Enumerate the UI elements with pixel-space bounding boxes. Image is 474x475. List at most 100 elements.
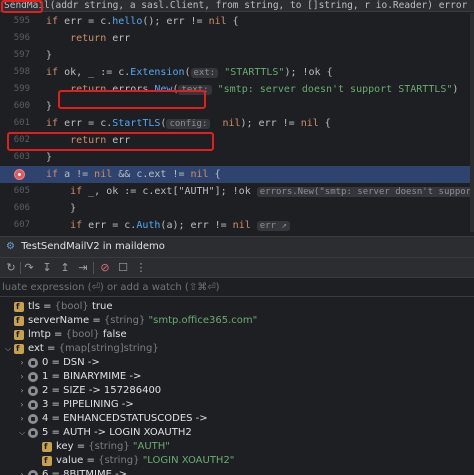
variable-row[interactable]: value = {string} "LOGIN XOAUTH2": [0, 454, 474, 468]
variable-row[interactable]: › 1 = BINARYMIME ->: [0, 370, 474, 384]
variable-value: true: [91, 301, 113, 312]
debug-tab-icon: ⚙: [6, 241, 15, 252]
line-number[interactable]: 599: [6, 81, 30, 98]
variable-row[interactable]: key = {string} "AUTH": [0, 440, 474, 454]
code-line[interactable]: 600}: [0, 98, 474, 115]
code-line[interactable]: 596 return err: [0, 30, 474, 47]
variable-name: value: [56, 455, 84, 466]
variable-row[interactable]: › 4 = ENHANCEDSTATUSCODES ->: [0, 412, 474, 426]
line-number[interactable]: 602: [6, 132, 30, 149]
code-line[interactable]: 605 if _, ok := c.ext["AUTH"]; !ok error…: [0, 183, 474, 200]
step-over-icon[interactable]: ↷: [22, 261, 36, 275]
view-breakpoints-icon[interactable]: ☐: [116, 261, 130, 275]
code-line[interactable]: 603}: [0, 149, 474, 166]
debug-session-tab[interactable]: ⚙ TestSendMailV2 in maildemo: [0, 237, 474, 257]
run-to-cursor-icon[interactable]: ⇥: [76, 261, 90, 275]
field-icon: [14, 342, 24, 356]
line-number[interactable]: 598: [6, 64, 30, 81]
variable-row[interactable]: serverName = {string} "smtp.office365.co…: [0, 314, 474, 328]
code-line[interactable]: 601 if err = c.StartTLS(config: nil); err…: [0, 115, 474, 132]
variable-name: 4 = ENHANCEDSTATUSCODES ->: [42, 413, 208, 424]
keyword-token: return: [70, 33, 107, 44]
variable-row[interactable]: › 2 = SIZE -> 157286400: [0, 384, 474, 398]
code-line[interactable]: 595 if err = c.hello(); err != nil {: [0, 13, 474, 30]
variable-type: {map[string]string}: [58, 343, 159, 354]
variable-name: 5 = AUTH -> LOGIN XOAUTH2: [42, 427, 192, 438]
line-number[interactable]: 605: [6, 183, 30, 200]
expanded-arrow-icon[interactable]: ⌵: [4, 342, 12, 356]
line-number[interactable]: 601: [6, 115, 30, 132]
step-into-icon[interactable]: ↧: [40, 261, 54, 275]
code-text: }: [46, 101, 53, 112]
code-editor[interactable]: SendMail(addr string, a sasl.Client, fro…: [0, 0, 474, 232]
variable-text: serverName = {string} "smtp.office365.co…: [28, 315, 258, 326]
toolbar-divider: [93, 262, 94, 274]
map-entry-icon: [28, 358, 38, 368]
parameter-hint: ext:: [190, 68, 219, 78]
keyword-token: if: [70, 186, 83, 197]
map-entry-icon: [28, 414, 38, 424]
collapsed-arrow-icon[interactable]: ›: [18, 356, 26, 370]
code-line[interactable]: 598 if ok, _ := c.Extension(ext: "STARTTL…: [0, 64, 474, 81]
field-icon: [14, 328, 24, 342]
map-entry-icon: [28, 428, 38, 438]
code-line[interactable]: 606 }: [0, 200, 474, 217]
line-number[interactable]: 600: [6, 98, 30, 115]
step-out-icon[interactable]: ↥: [58, 261, 72, 275]
function-call: hello: [112, 16, 143, 27]
toolbar-divider: [20, 262, 21, 274]
inline-debug-value: errors.New("smtp: server doesn't support…: [256, 187, 474, 197]
line-number[interactable]: 595: [6, 13, 30, 30]
map-entry-icon: [28, 372, 38, 382]
collapsed-arrow-icon[interactable]: ›: [18, 370, 26, 384]
line-number[interactable]: 607: [6, 217, 30, 232]
inline-debug-value: err ↗: [256, 221, 290, 231]
evaluate-expression-input[interactable]: luate expression (⏎) or add a watch (⇧⌘⏎…: [0, 279, 474, 297]
variable-type: {string}: [88, 441, 130, 452]
variable-row[interactable]: ⌵ 5 = AUTH -> LOGIN XOAUTH2: [0, 426, 474, 440]
code-text: return err: [70, 135, 131, 146]
variable-name: key: [56, 441, 74, 452]
expanded-arrow-icon[interactable]: ⌵: [18, 426, 26, 440]
more-icon[interactable]: ⋮: [134, 261, 148, 275]
variable-row[interactable]: › 0 = DSN ->: [0, 356, 474, 370]
map-entry-icon: [28, 470, 38, 475]
function-call: New: [154, 84, 173, 95]
field-icon: [14, 314, 24, 328]
line-number[interactable]: 606: [6, 200, 30, 217]
debug-panel: ⚙ TestSendMailV2 in maildemo ↻ ↷ ↧ ↥ ⇥ ⊘…: [0, 236, 474, 475]
code-line[interactable]: 607 if err = c.Auth(a); err != nil err ↗: [0, 217, 474, 232]
code-line[interactable]: 599 return errors.New(text: "smtp: serve…: [0, 81, 474, 98]
parameter-hint: config:: [166, 119, 211, 129]
code-line[interactable]: 604if a != nil && c.ext != nil {: [0, 166, 474, 183]
variable-value: "AUTH": [132, 441, 170, 452]
line-number[interactable]: 597: [6, 47, 30, 64]
mute-breakpoints-icon[interactable]: ⊘: [98, 261, 112, 275]
line-number[interactable]: 596: [6, 30, 30, 47]
code-line[interactable]: 597}: [0, 47, 474, 64]
variable-text: 3 = PIPELINING ->: [42, 398, 134, 412]
variable-row[interactable]: ⌵ ext = {map[string]string}: [0, 342, 474, 356]
code-text: if a != nil && c.ext != nil {: [46, 169, 221, 180]
collapsed-arrow-icon[interactable]: ›: [18, 412, 26, 426]
keyword-token: nil: [300, 118, 319, 129]
editor-scrollbar[interactable]: [470, 13, 474, 232]
code-line[interactable]: 602 return err: [0, 132, 474, 149]
keyword-token: return: [70, 135, 107, 146]
collapsed-arrow-icon[interactable]: ›: [18, 398, 26, 412]
variable-row[interactable]: › 6 = 8BITMIME ->: [0, 468, 474, 475]
code-text: return errors.New(text: "smtp: server do…: [70, 84, 459, 95]
rerun-icon[interactable]: ↻: [4, 261, 18, 275]
collapsed-arrow-icon[interactable]: ›: [18, 384, 26, 398]
variable-row[interactable]: lmtp = {bool} false: [0, 328, 474, 342]
variable-text: 2 = SIZE -> 157286400: [42, 384, 161, 398]
variable-text: ext = {map[string]string}: [28, 343, 159, 354]
line-number[interactable]: 603: [6, 149, 30, 166]
variable-row[interactable]: tls = {bool} true: [0, 300, 474, 314]
variable-row[interactable]: › 3 = PIPELINING ->: [0, 398, 474, 412]
variable-name: tls: [28, 301, 40, 312]
breakpoint-icon[interactable]: [14, 169, 25, 180]
code-text: if ok, _ := c.Extension(ext: "STARTTLS")…: [46, 67, 333, 78]
keyword-token: nil: [232, 220, 251, 231]
collapsed-arrow-icon[interactable]: ›: [18, 468, 26, 475]
